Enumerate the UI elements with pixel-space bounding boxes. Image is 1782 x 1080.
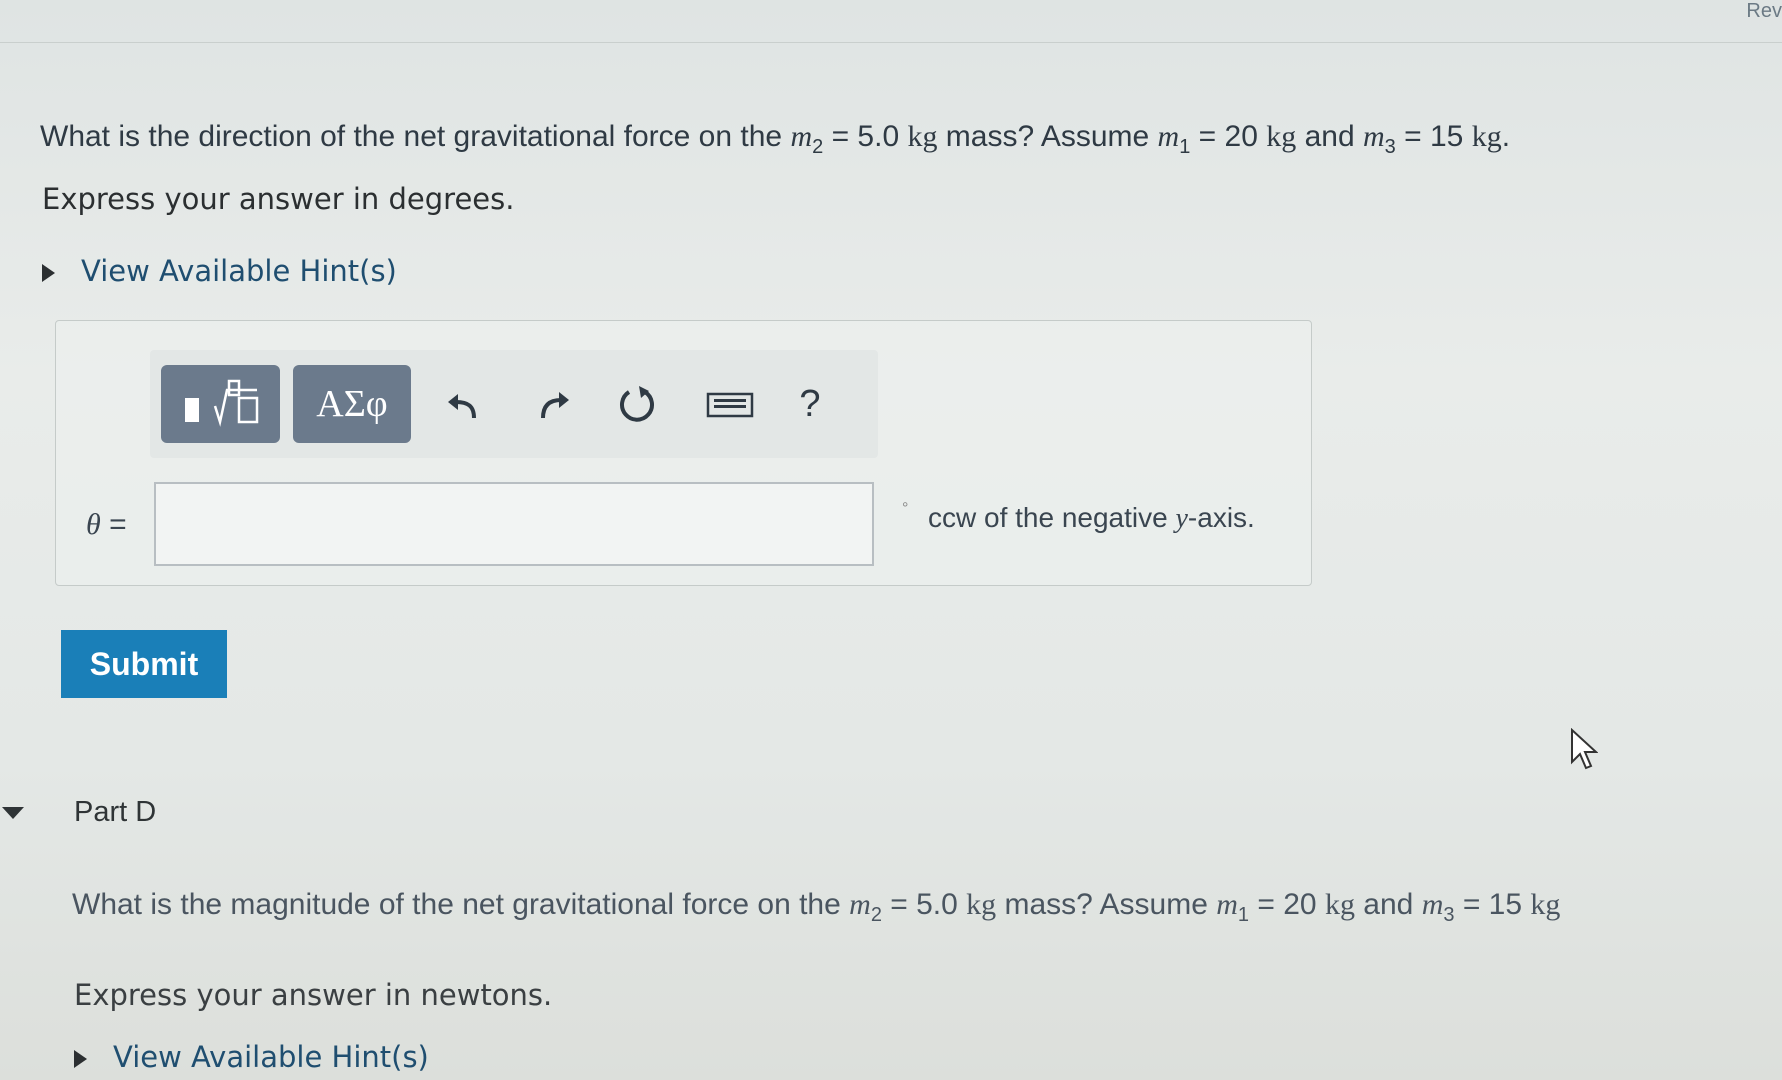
submit-button[interactable]: Submit — [61, 630, 227, 698]
units-prefix: ccw of the negative — [928, 502, 1176, 533]
part-d-instruction: Express your answer in newtons. — [74, 978, 553, 1012]
m3-value: = 15 — [1454, 888, 1531, 921]
m3-value: = 15 — [1395, 120, 1472, 153]
units-suffix: -axis. — [1187, 502, 1255, 533]
m2-value: = 5.0 — [881, 888, 967, 921]
m1-symbol: m — [1157, 120, 1180, 153]
part-c-hints-toggle[interactable]: View Available Hint(s) — [42, 254, 397, 288]
part-d-hints-toggle[interactable]: View Available Hint(s) — [74, 1040, 429, 1074]
degree-mark: ° — [902, 500, 909, 517]
hint-label: View Available Hint(s) — [113, 1040, 429, 1074]
answer-units: ccw of the negative y-axis. — [928, 502, 1255, 535]
part-c-question: What is the direction of the net gravita… — [40, 120, 1510, 159]
templates-button[interactable] — [161, 365, 280, 443]
m2-unit: kg — [907, 120, 938, 153]
m2-subscript: 2 — [870, 904, 882, 926]
question-and: and — [1296, 120, 1363, 153]
help-button[interactable]: ? — [786, 380, 834, 428]
part-d-title: Part D — [74, 796, 157, 828]
reset-icon[interactable] — [613, 380, 661, 428]
m1-unit: kg — [1266, 120, 1297, 153]
undo-icon[interactable] — [440, 380, 488, 428]
theta-symbol: θ — [86, 508, 101, 541]
part-d-question: What is the magnitude of the net gravita… — [72, 888, 1560, 927]
templates-icon — [184, 379, 258, 427]
question-end: . — [1501, 120, 1511, 153]
m3-subscript: 3 — [1384, 136, 1396, 158]
question-mid: mass? Assume — [937, 120, 1158, 153]
m2-subscript: 2 — [812, 136, 824, 158]
m2-unit: kg — [966, 888, 997, 921]
part-c-instruction: Express your answer in degrees. — [42, 182, 515, 216]
greek-symbols-button[interactable]: ΑΣφ — [293, 365, 411, 443]
header-divider — [0, 42, 1782, 43]
m3-symbol: m — [1362, 120, 1385, 153]
expand-arrow-icon — [74, 1050, 87, 1068]
m1-subscript: 1 — [1237, 904, 1250, 926]
m1-subscript: 1 — [1179, 136, 1191, 158]
keyboard-icon[interactable] — [700, 380, 760, 428]
question-mid: mass? Assume — [996, 888, 1217, 921]
part-d-toggle[interactable]: Part D — [0, 796, 156, 829]
m3-unit: kg — [1471, 120, 1502, 153]
units-variable: y — [1175, 503, 1188, 534]
m3-unit: kg — [1530, 888, 1561, 921]
header-corner-link[interactable]: Rev — [1746, 0, 1782, 23]
m1-value: = 20 — [1249, 888, 1325, 921]
question-and: and — [1354, 888, 1422, 921]
question-text: What is the direction of the net gravita… — [40, 120, 791, 153]
answer-input[interactable] — [154, 482, 874, 566]
m1-symbol: m — [1216, 888, 1238, 921]
hint-label: View Available Hint(s) — [81, 254, 397, 288]
question-text: What is the magnitude of the net gravita… — [72, 888, 850, 921]
equals-sign: = — [100, 508, 127, 541]
m3-symbol: m — [1421, 888, 1444, 921]
redo-icon[interactable] — [529, 380, 577, 428]
expand-arrow-icon — [42, 264, 55, 282]
math-toolbar: ΑΣφ ? — [150, 350, 878, 458]
m1-unit: kg — [1324, 888, 1355, 921]
mouse-pointer-icon — [1570, 727, 1599, 775]
collapse-arrow-icon — [2, 807, 24, 820]
m2-symbol: m — [790, 120, 813, 153]
answer-label: θ = — [86, 508, 127, 542]
m2-value: = 5.0 — [823, 120, 908, 153]
m2-symbol: m — [849, 888, 871, 921]
m3-subscript: 3 — [1443, 904, 1455, 926]
m1-value: = 20 — [1190, 120, 1267, 153]
